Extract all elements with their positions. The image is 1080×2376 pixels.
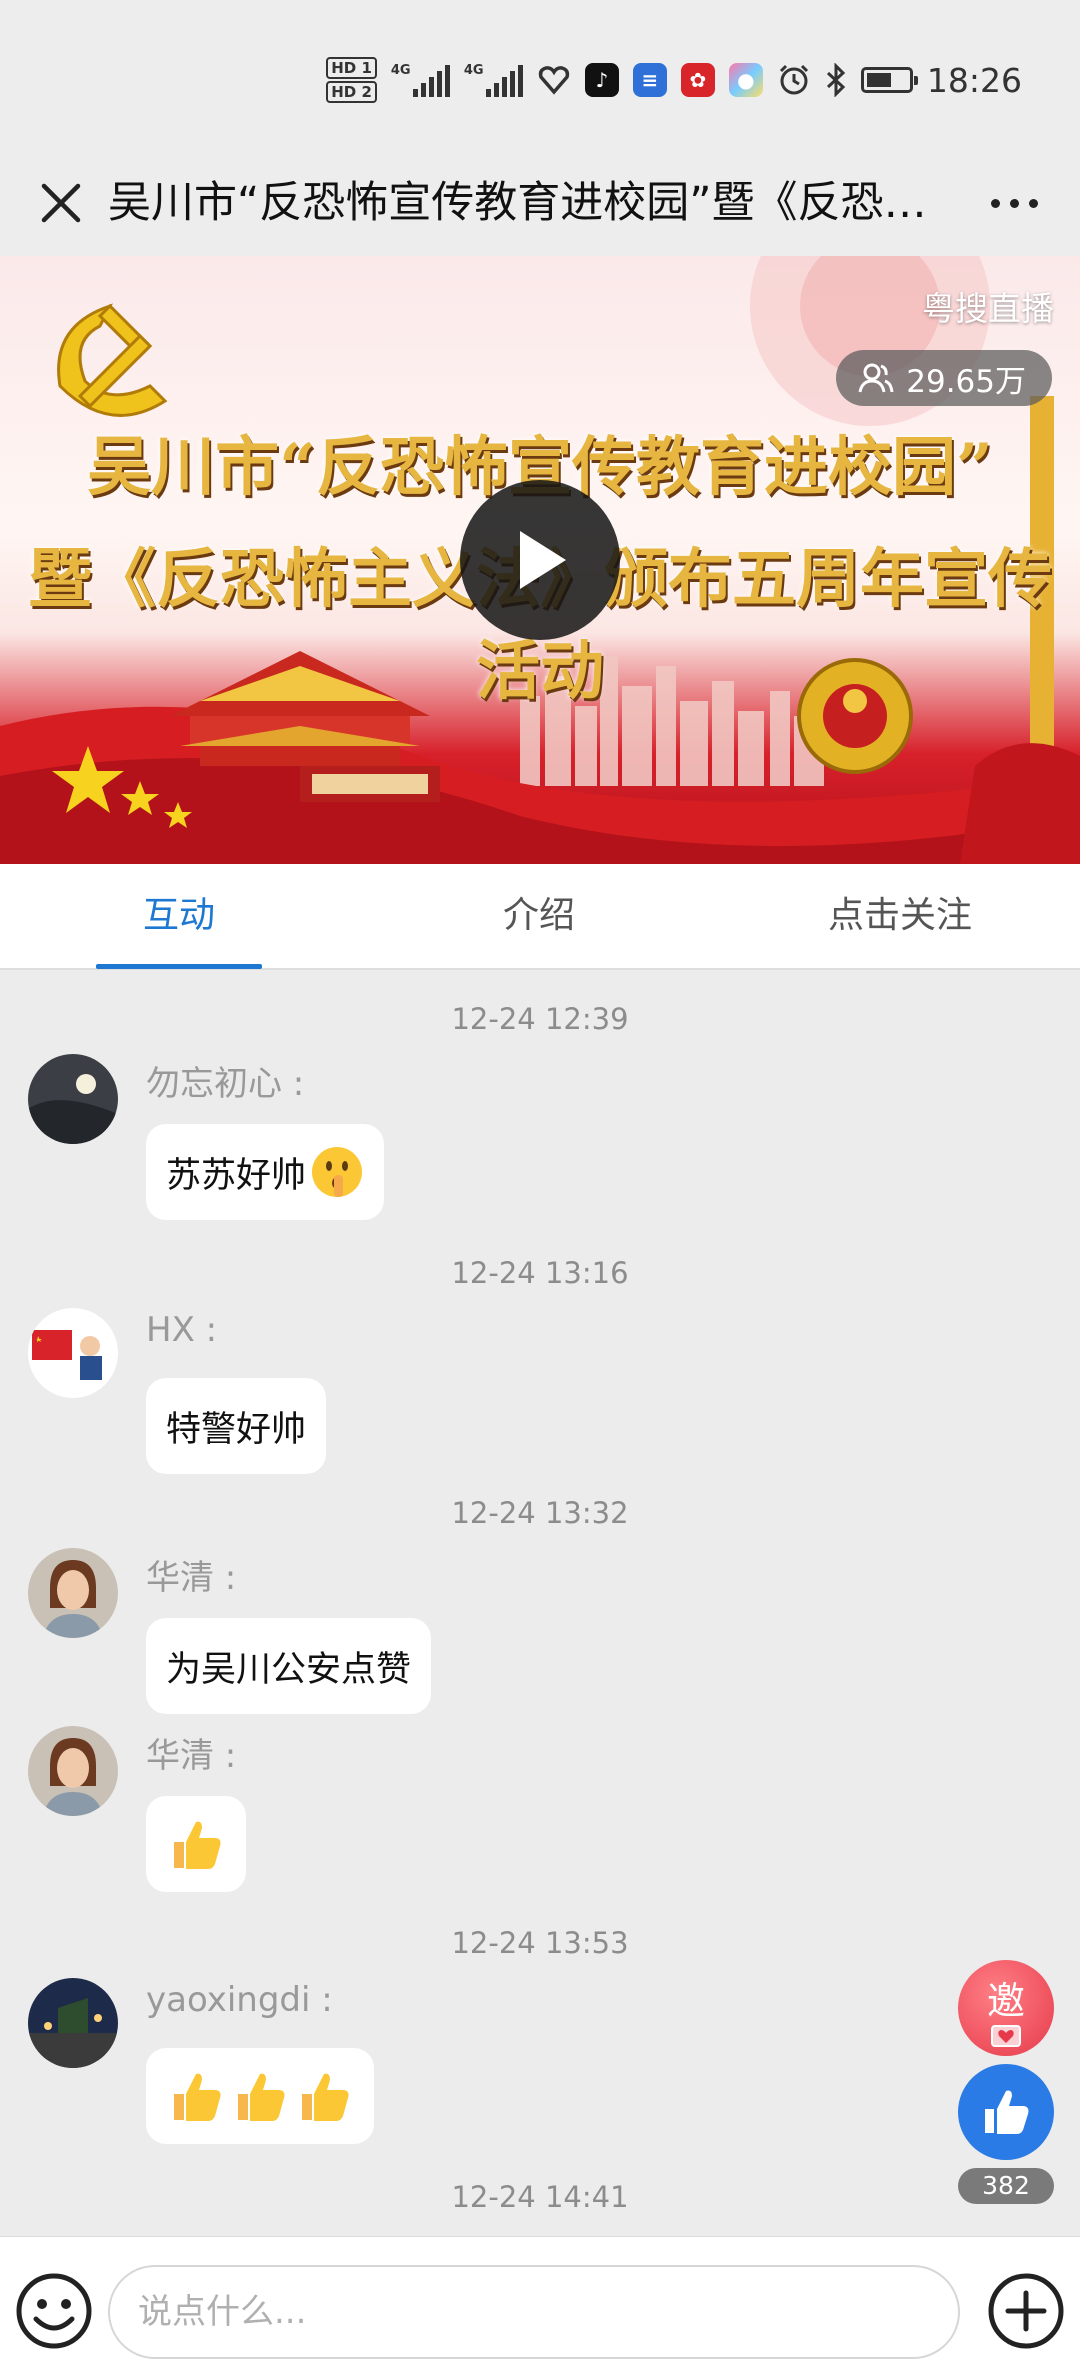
battery-icon xyxy=(860,67,918,93)
heart-icon xyxy=(991,2024,1021,2047)
thumbs-up-icon xyxy=(302,2073,349,2121)
chat-timestamp: 12-24 13:32 xyxy=(451,1496,629,1530)
title-bar: 吴川市“反恐怖宣传教育进校园”暨《反恐怖主义法》颁布五周年宣传活动 xyxy=(0,150,1080,256)
chat-text: 特警好帅 xyxy=(166,1409,307,1450)
add-button[interactable] xyxy=(986,2271,1066,2351)
more-dot-icon xyxy=(990,198,1000,208)
more-options-button[interactable] xyxy=(976,170,1052,236)
tab-follow[interactable]: 点击关注 xyxy=(800,864,1000,970)
chat-text: 为吴川公安点赞 xyxy=(166,1649,412,1690)
app-color-icon: ● xyxy=(728,63,763,97)
chat-username: HX : xyxy=(146,1310,218,1350)
chat-bubble: 特警好帅 xyxy=(146,1378,327,1474)
chat-bubble xyxy=(146,1796,246,1892)
chat-feed[interactable]: 12-24 12:39 勿忘初心 : 苏苏好帅 12-24 13:16 HX :… xyxy=(0,972,1080,2236)
thumbs-up-icon xyxy=(985,2090,1029,2134)
chat-bubble: 苏苏好帅 xyxy=(146,1124,385,1220)
network-1-label: 4G xyxy=(390,63,411,78)
comment-input[interactable] xyxy=(108,2265,960,2359)
bluetooth-icon xyxy=(826,63,846,97)
signal-1-icon: 4G xyxy=(391,63,450,97)
more-dot-icon xyxy=(1009,198,1019,208)
chat-timestamp: 12-24 13:53 xyxy=(451,1926,629,1960)
app-flower-icon: ✿ xyxy=(680,63,715,97)
clock: 18:26 xyxy=(926,60,1022,100)
status-bar: HD 1 HD 2 4G 4G ♪ ≡ ✿ ● 18:26 xyxy=(0,0,1080,150)
close-icon xyxy=(41,183,81,223)
chat-text: 苏苏好帅 xyxy=(166,1155,307,1196)
chat-username: 华清 : xyxy=(146,1736,237,1776)
hd2-badge: HD 2 xyxy=(326,81,377,103)
play-icon xyxy=(520,531,566,589)
avatar[interactable] xyxy=(28,1308,118,1398)
thumbs-up-icon xyxy=(238,2073,285,2121)
chat-username: yaoxingdi : xyxy=(146,1980,333,2020)
chat-username: 勿忘初心 : xyxy=(146,1064,305,1104)
chat-timestamp: 12-24 12:39 xyxy=(451,1002,629,1036)
avatar[interactable] xyxy=(28,1726,118,1816)
hd-indicator: HD 1 HD 2 xyxy=(326,56,377,104)
tab-intro[interactable]: 介绍 xyxy=(456,864,622,970)
chat-username: 华清 : xyxy=(146,1558,237,1598)
wifi-heart-icon xyxy=(538,66,570,95)
chat-bubble xyxy=(146,2048,374,2144)
more-dot-icon xyxy=(1028,198,1038,208)
live-video-player[interactable]: 吴川市“反恐怖宣传教育进校园” 暨《反恐怖主义法》颁布五周年宣传活动 粤搜直播 … xyxy=(0,256,1080,864)
app-calendar-icon: ≡ xyxy=(632,63,667,97)
comment-bar xyxy=(0,2236,1080,2376)
tiktok-icon: ♪ xyxy=(584,63,619,97)
network-2-label: 4G xyxy=(463,63,484,78)
like-count: 382 xyxy=(958,2168,1054,2204)
signal-2-icon: 4G xyxy=(464,63,523,97)
viewers-icon xyxy=(858,363,894,393)
avatar[interactable] xyxy=(28,1548,118,1638)
viewer-count: 29.65万 xyxy=(906,363,1026,400)
emoji-button[interactable] xyxy=(14,2271,94,2351)
active-tab-indicator xyxy=(96,964,262,969)
chat-timestamp: 12-24 14:41 xyxy=(451,2180,629,2214)
tab-bar: 互动 介绍 点击关注 xyxy=(0,864,1080,970)
avatar[interactable] xyxy=(28,1978,118,2068)
status-icons: HD 1 HD 2 4G 4G ♪ ≡ ✿ ● 18:26 xyxy=(326,52,1022,108)
tab-interaction[interactable]: 互动 xyxy=(96,864,262,970)
alarm-icon xyxy=(779,64,808,95)
shushing-face-icon xyxy=(312,1147,363,1197)
invite-button[interactable]: 邀 xyxy=(958,1960,1054,2056)
thumbs-up-icon xyxy=(174,2073,221,2121)
like-button[interactable] xyxy=(958,2064,1054,2160)
chat-bubble: 为吴川公安点赞 xyxy=(146,1618,432,1714)
thumbs-up-icon xyxy=(174,1821,221,1869)
close-button[interactable] xyxy=(28,170,94,236)
viewer-count-badge: 29.65万 xyxy=(836,350,1052,406)
live-source-label: 粤搜直播 xyxy=(922,289,1054,328)
avatar[interactable] xyxy=(28,1054,118,1144)
page-title: 吴川市“反恐怖宣传教育进校园”暨《反恐怖主义法》颁布五周年宣传活动 xyxy=(108,178,958,228)
hd1-badge: HD 1 xyxy=(326,57,377,79)
invite-label: 邀 xyxy=(986,1978,1025,2023)
chat-timestamp: 12-24 13:16 xyxy=(451,1256,629,1290)
play-button[interactable] xyxy=(460,480,620,640)
